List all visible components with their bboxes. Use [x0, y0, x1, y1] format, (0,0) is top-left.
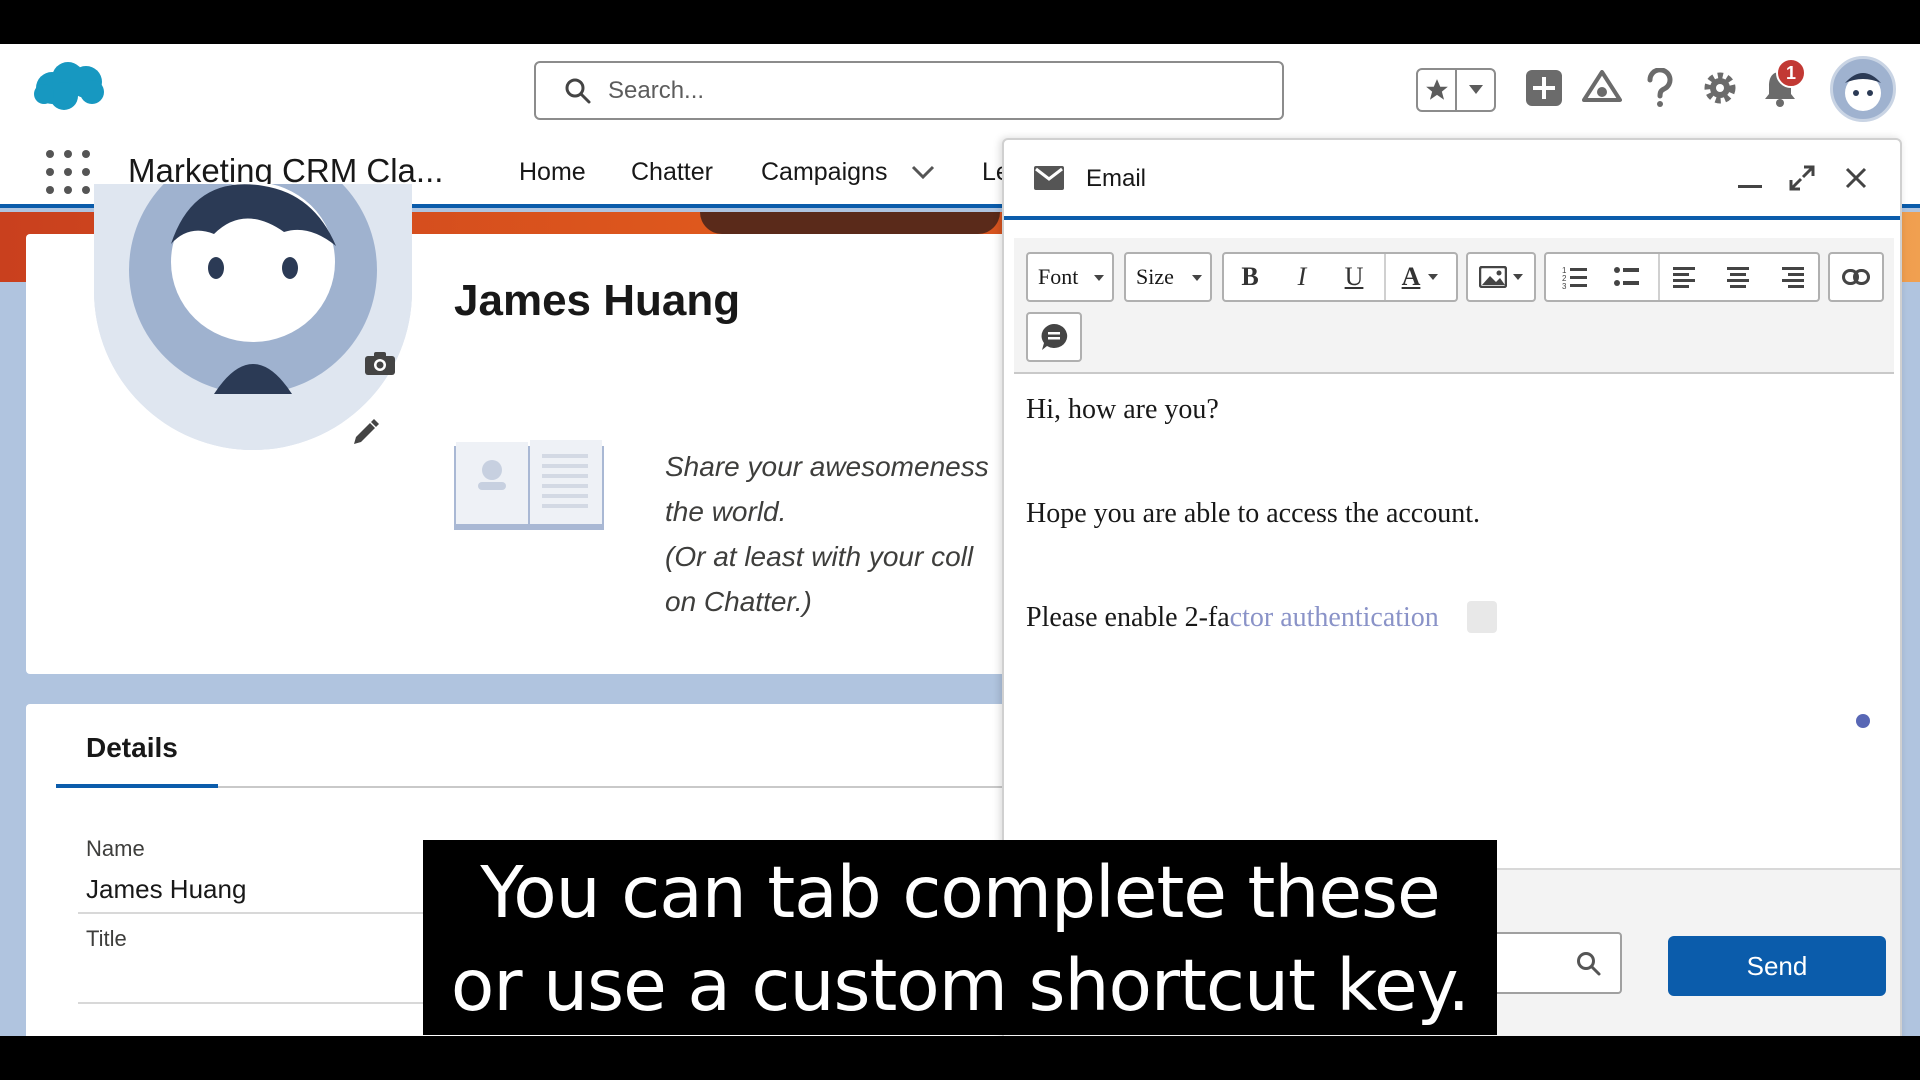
field-label-title: Title — [86, 926, 127, 951]
size-select[interactable]: Size — [1124, 252, 1212, 302]
email-body-line: Please enable 2-factor authentication — [1026, 600, 1497, 636]
text-color-button[interactable]: A — [1384, 254, 1454, 300]
email-header: Email — [1004, 140, 1900, 220]
chevron-down-icon[interactable] — [910, 162, 936, 182]
field-divider — [78, 912, 478, 914]
global-header: Search... 1 — [0, 44, 1920, 134]
italic-button[interactable]: I — [1276, 254, 1328, 300]
search-icon — [565, 78, 591, 103]
field-divider — [78, 1002, 478, 1004]
typed-text: Please enable 2-fa — [1026, 602, 1230, 633]
help-icon[interactable] — [1638, 66, 1682, 110]
share-line: Share your awesomeness — [665, 451, 989, 482]
font-select-label: Font — [1038, 264, 1079, 289]
video-caption: You can tab complete these or use a cust… — [423, 840, 1497, 1035]
avatar[interactable] — [1830, 56, 1896, 122]
minimize-icon[interactable] — [1734, 162, 1766, 194]
field-value-name: James Huang — [86, 874, 247, 904]
letterbox-bar — [0, 1036, 1920, 1080]
svg-text:3: 3 — [1562, 282, 1567, 290]
edit-pencil-icon[interactable] — [350, 418, 380, 448]
active-tab-indicator — [56, 784, 218, 788]
numbered-list-icon[interactable]: 123 — [1550, 254, 1600, 300]
gear-icon[interactable] — [1698, 66, 1742, 110]
cursor-indicator — [1856, 714, 1870, 728]
banner-shape — [700, 212, 1000, 234]
email-body-line: Hope you are able to access the account. — [1026, 498, 1481, 529]
align-right-icon[interactable] — [1766, 254, 1818, 300]
size-select-label: Size — [1136, 264, 1174, 289]
email-body-line: Hi, how are you? — [1026, 394, 1219, 425]
chat-bubble-icon — [1041, 323, 1068, 350]
nav-item-chatter[interactable]: Chatter — [631, 158, 713, 187]
search-icon — [1577, 952, 1601, 976]
send-button[interactable]: Send — [1668, 936, 1886, 996]
chevron-down-icon[interactable] — [1457, 70, 1494, 110]
insert-link-button[interactable] — [1828, 252, 1884, 302]
star-icon[interactable] — [1418, 70, 1457, 110]
text-color-label: A — [1401, 262, 1421, 291]
link-icon — [1842, 269, 1870, 285]
nav-item-home[interactable]: Home — [519, 158, 586, 187]
trailhead-icon[interactable] — [1580, 66, 1624, 110]
global-search-input[interactable]: Search... — [534, 61, 1284, 120]
template-search-input[interactable] — [1484, 932, 1622, 994]
camera-icon[interactable] — [364, 350, 396, 376]
share-line: the world. — [665, 496, 787, 527]
bold-button[interactable]: B — [1224, 254, 1276, 300]
chatter-share-prompt: Share your awesomeness the world. (Or at… — [665, 444, 1025, 624]
notification-badge: 1 — [1776, 58, 1806, 88]
list-align-group: 123 — [1544, 252, 1820, 302]
profile-name: James Huang — [454, 276, 741, 325]
mail-icon — [1034, 166, 1064, 190]
align-center-icon[interactable] — [1712, 254, 1764, 300]
autocomplete-suggestion: ctor authentication — [1229, 602, 1439, 633]
tab-details[interactable]: Details — [86, 732, 178, 764]
text-format-group: B I U A — [1222, 252, 1458, 302]
favorites-button-group — [1416, 68, 1496, 112]
insert-image-button[interactable] — [1466, 252, 1536, 302]
close-icon[interactable] — [1840, 162, 1872, 194]
caption-line: You can tab complete these — [480, 851, 1440, 934]
tab-key-hint-icon — [1466, 600, 1497, 633]
search-placeholder: Search... — [608, 76, 705, 104]
align-left-icon[interactable] — [1658, 254, 1710, 300]
field-label-name: Name — [86, 836, 145, 861]
image-icon — [1479, 266, 1507, 288]
email-title: Email — [1086, 165, 1147, 192]
rich-text-toolbar: Font Size B I U A 1 2 3 — [1014, 238, 1894, 374]
insert-quick-text-button[interactable] — [1026, 312, 1082, 362]
share-line: on Chatter.) — [665, 586, 812, 617]
chatter-book-icon — [454, 440, 604, 530]
app-launcher-icon[interactable] — [46, 150, 90, 194]
underline-button[interactable]: U — [1328, 254, 1380, 300]
share-line: (Or at least with your coll — [665, 541, 974, 572]
expand-icon[interactable] — [1786, 162, 1818, 194]
email-body-editor[interactable]: Hi, how are you? Hope you are able to ac… — [1014, 376, 1894, 866]
caption-line: or use a custom shortcut key. — [450, 944, 1470, 1027]
font-select[interactable]: Font — [1026, 252, 1114, 302]
add-icon[interactable] — [1522, 66, 1566, 110]
salesforce-cloud-logo[interactable] — [30, 58, 110, 114]
bulleted-list-icon[interactable] — [1602, 254, 1652, 300]
nav-item-campaigns[interactable]: Campaigns — [761, 158, 887, 187]
